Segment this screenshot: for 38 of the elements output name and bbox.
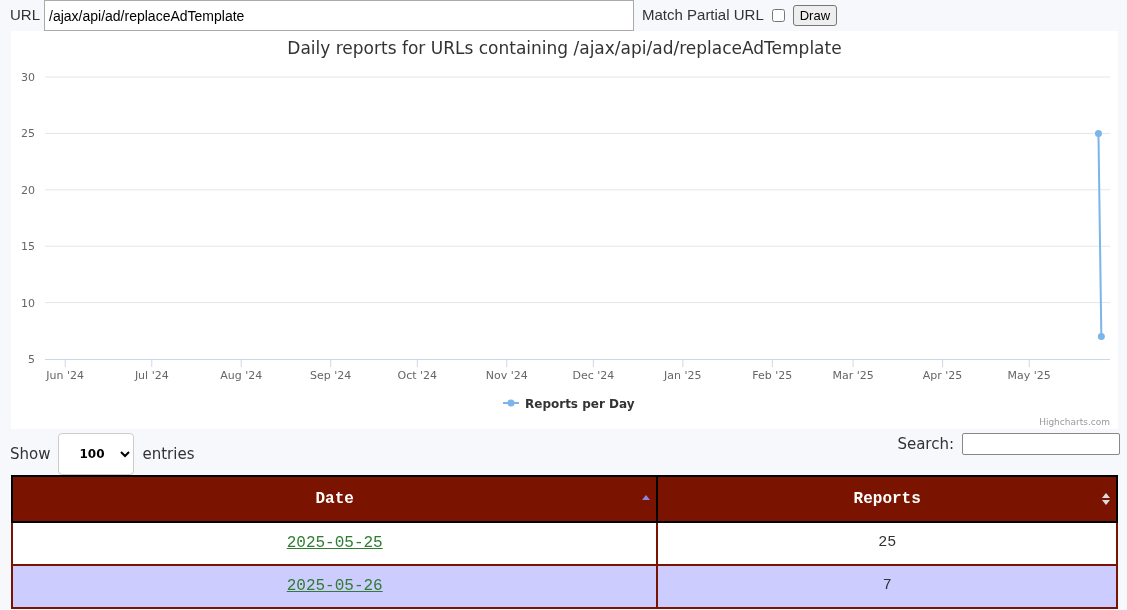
x-axis-label: Oct '24 [397,369,438,382]
chart-title: Daily reports for URLs containing /ajax/api/ad/replaceAdTemplate [287,38,842,58]
reports-cell: 7 [657,565,1117,608]
y-axis-label: 5 [28,353,35,366]
page-size-select[interactable]: 100 [58,433,135,475]
x-axis-label: Feb '25 [752,369,793,382]
x-axis-label: Mar '25 [832,369,874,382]
entries-label: entries [142,443,195,465]
data-point [1097,332,1105,340]
date-link[interactable]: 2025-05-25 [286,534,383,553]
legend-line-icon [502,399,520,407]
x-axis-label: Apr '25 [922,369,963,382]
y-axis-label: 10 [21,296,35,310]
url-label: URL [10,5,40,26]
search-input[interactable] [962,433,1120,456]
x-axis-label: May '25 [1007,369,1051,382]
x-axis-label: Aug '24 [220,369,263,382]
show-label: Show [10,443,51,465]
x-axis-label: Jun '24 [46,369,85,382]
draw-button[interactable]: Draw [792,5,838,26]
y-axis-label: 30 [21,71,35,84]
search-label: Search: [897,434,954,455]
x-axis-label: Dec '24 [572,369,615,382]
column-header[interactable]: Date [12,476,658,522]
match-partial-label: Match Partial URL [642,5,764,26]
data-point [1094,129,1102,137]
y-axis-label: 25 [21,127,35,141]
x-axis-label: Sep '24 [310,369,352,382]
legend-label[interactable]: Reports per Day [525,397,635,411]
x-axis-label: Jan '25 [664,369,702,382]
match-partial-checkbox[interactable] [771,9,785,22]
column-header[interactable]: Reports [657,476,1117,522]
y-axis-label: 15 [21,240,35,254]
x-axis-label: Jul '24 [134,369,169,382]
reports-cell: 25 [657,522,1117,565]
x-axis-label: Nov '24 [485,369,528,382]
y-axis-label: 20 [21,183,35,197]
url-input[interactable]: /ajax/api/ad/replaceAdTemplate [44,0,634,31]
